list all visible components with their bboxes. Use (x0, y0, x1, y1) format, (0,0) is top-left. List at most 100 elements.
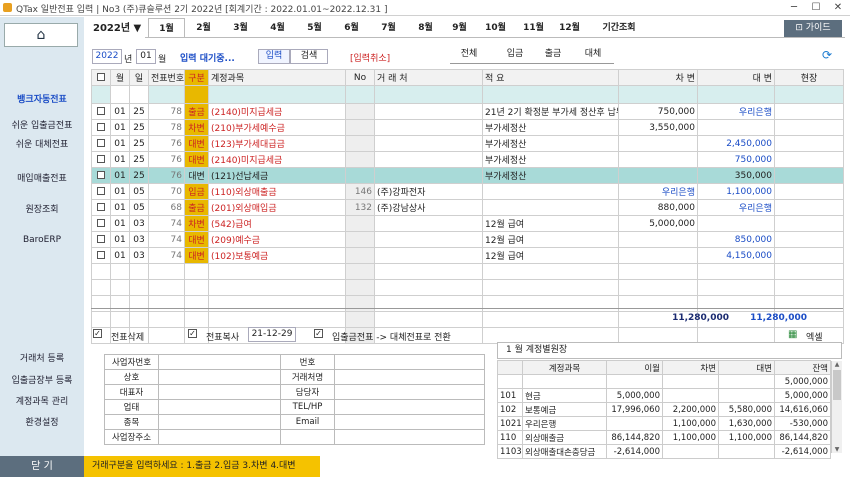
info-value[interactable] (334, 399, 485, 415)
info-value[interactable] (158, 384, 281, 400)
tab-month-10[interactable]: 10월 (477, 18, 514, 38)
info-value[interactable] (158, 354, 281, 370)
tab-month-12[interactable]: 12월 (551, 18, 588, 38)
sidebar-item-easy-transfer[interactable]: 쉬운 대체전표 (0, 137, 84, 150)
table-row[interactable]: 01 25 76 대변 (121)선납세금 부가세정산 350,000 (91, 167, 844, 184)
row-checkbox[interactable] (91, 119, 111, 136)
row-checkbox[interactable] (91, 151, 111, 168)
checkbox-icon[interactable] (97, 107, 105, 115)
home-button[interactable]: ⌂ (4, 23, 78, 47)
delete-checkbox[interactable]: ✓ (93, 329, 102, 339)
checkbox-icon[interactable] (97, 155, 105, 163)
checkbox-icon[interactable] (97, 139, 105, 147)
checkbox-icon[interactable] (97, 123, 105, 131)
filter-cell[interactable] (208, 85, 346, 104)
ledger-row[interactable]: 102 보통예금 17,996,060 2,200,000 5,580,000 14,61… (497, 402, 831, 417)
sidebar-item-easy-cash[interactable]: 쉬운 입출금전표 (0, 118, 84, 131)
minimize-icon[interactable]: ─ (784, 0, 804, 16)
tab-month-2[interactable]: 2월 (185, 18, 222, 38)
info-value[interactable] (334, 429, 485, 445)
filter-deposit[interactable]: 입금 (496, 47, 534, 62)
checkbox-icon[interactable] (97, 219, 105, 227)
filter-cell[interactable] (374, 85, 483, 104)
guide-button[interactable]: ⊡ 가이드 (784, 20, 842, 37)
ledger-row[interactable]: 101 현금 5,000,000 5,000,000 (497, 388, 831, 403)
filter-row[interactable] (91, 85, 844, 104)
filter-cell[interactable] (618, 85, 698, 104)
scroll-up-icon[interactable]: ▲ (832, 361, 842, 368)
select-all-checkbox[interactable] (91, 69, 111, 86)
table-row[interactable]: 01 05 68 출금 (201)외상매입금 132 (주)강남상사 880,000 우리은행 (91, 199, 844, 216)
cancel-input-link[interactable]: [입력취소] (350, 51, 390, 64)
sidebar-item-cashbook-reg[interactable]: 입출금장부 등록 (0, 373, 84, 386)
month-input[interactable]: 01 (136, 49, 156, 64)
row-checkbox[interactable] (91, 183, 111, 200)
tab-month-3[interactable]: 3월 (222, 18, 259, 38)
info-value[interactable] (334, 384, 485, 400)
table-row[interactable]: 01 25 78 차변 (210)부가세예수금 부가세정산 3,550,000 (91, 119, 844, 136)
tab-period-search[interactable]: 기간조회 (593, 18, 645, 38)
checkbox-icon[interactable] (97, 251, 105, 259)
ledger-row[interactable]: 1021 우리은행 1,100,000 1,630,000 -530,000 (497, 416, 831, 431)
excel-icon[interactable]: ▦ (788, 329, 797, 340)
ledger-row[interactable]: 5,000,000 (497, 374, 831, 389)
sidebar-item-ledger[interactable]: 원장조회 (0, 202, 84, 215)
filter-all[interactable]: 전체 (450, 47, 488, 62)
tab-month-7[interactable]: 7월 (370, 18, 407, 38)
info-value[interactable] (334, 354, 485, 370)
info-value[interactable] (158, 429, 281, 445)
scroll-thumb[interactable] (833, 370, 841, 400)
table-row[interactable]: 01 03 74 대변 (209)예수금 12월 급여 850,000 (91, 231, 844, 248)
info-value[interactable] (334, 414, 485, 430)
sidebar-item-account-mgmt[interactable]: 계정과목 관리 (0, 394, 84, 407)
tab-month-9[interactable]: 9월 (441, 18, 478, 38)
tab-month-6[interactable]: 6월 (333, 18, 370, 38)
close-button[interactable]: 닫 기 (0, 456, 84, 477)
input-mode-button[interactable]: 입력 (258, 49, 290, 64)
filter-withdraw[interactable]: 출금 (534, 47, 572, 62)
filter-cell[interactable] (697, 85, 775, 104)
table-row[interactable]: 01 03 74 대변 (102)보통예금 12월 급여 4,150,000 (91, 247, 844, 264)
row-checkbox[interactable] (91, 167, 111, 184)
sidebar-item-bank-auto[interactable]: 뱅크자동전표 (0, 92, 84, 105)
table-row[interactable]: 01 03 74 차변 (542)급여 12월 급여 5,000,000 (91, 215, 844, 232)
filter-cell[interactable] (148, 85, 185, 104)
tab-month-4[interactable]: 4월 (259, 18, 296, 38)
row-checkbox[interactable] (91, 103, 111, 120)
sidebar-item-sales-purchase[interactable]: 매입매출전표 (0, 171, 84, 184)
info-value[interactable] (334, 369, 485, 385)
tab-month-11[interactable]: 11월 (515, 18, 552, 38)
table-row[interactable]: 01 25 76 대변 (2140)미지급세금 부가세정산 750,000 (91, 151, 844, 168)
filter-cell[interactable] (482, 85, 619, 104)
year-select[interactable]: 2022년 ▼ (93, 20, 141, 38)
ledger-row[interactable]: 110 외상매출금 86,144,820 1,100,000 1,100,000 86,1… (497, 430, 831, 445)
table-row[interactable]: 01 25 78 출금 (2140)미지급세금 21년 2기 확정분 부가세 정산후 납부… (91, 103, 844, 120)
info-value[interactable] (158, 414, 281, 430)
table-row[interactable]: 01 05 70 입금 (110)외상매출금 146 (주)강파전자 우리은행 1,100,00… (91, 183, 844, 200)
copy-checkbox[interactable]: ✓ (188, 329, 197, 339)
ledger-scrollbar[interactable]: ▲ ▼ (831, 361, 842, 453)
checkbox-icon[interactable] (97, 171, 105, 179)
close-window-icon[interactable]: ✕ (828, 0, 848, 16)
convert-checkbox[interactable]: ✓ (314, 329, 323, 339)
tab-month-1[interactable]: 1월 (148, 18, 185, 38)
filter-cell[interactable] (110, 85, 130, 104)
sidebar-item-baroerp[interactable]: BaroERP (0, 235, 84, 245)
tab-month-8[interactable]: 8월 (407, 18, 444, 38)
table-row[interactable]: 01 25 76 대변 (123)부가세대급금 부가세정산 2,450,000 (91, 135, 844, 152)
row-checkbox[interactable] (91, 135, 111, 152)
row-checkbox[interactable] (91, 247, 111, 264)
row-checkbox[interactable] (91, 199, 111, 216)
maximize-icon[interactable]: ☐ (806, 0, 826, 16)
filter-cell[interactable] (129, 85, 149, 104)
checkbox-icon[interactable] (97, 235, 105, 243)
filter-cell[interactable] (91, 85, 111, 104)
filter-cell[interactable] (345, 85, 375, 104)
checkbox-icon[interactable] (97, 203, 105, 211)
info-value[interactable] (158, 369, 281, 385)
filter-transfer[interactable]: 대체 (574, 47, 612, 62)
search-mode-button[interactable]: 검색 (290, 49, 328, 64)
copy-date-input[interactable]: 21-12-29 (248, 327, 296, 342)
year-input[interactable]: 2022 (92, 49, 122, 64)
info-value[interactable] (158, 399, 281, 415)
